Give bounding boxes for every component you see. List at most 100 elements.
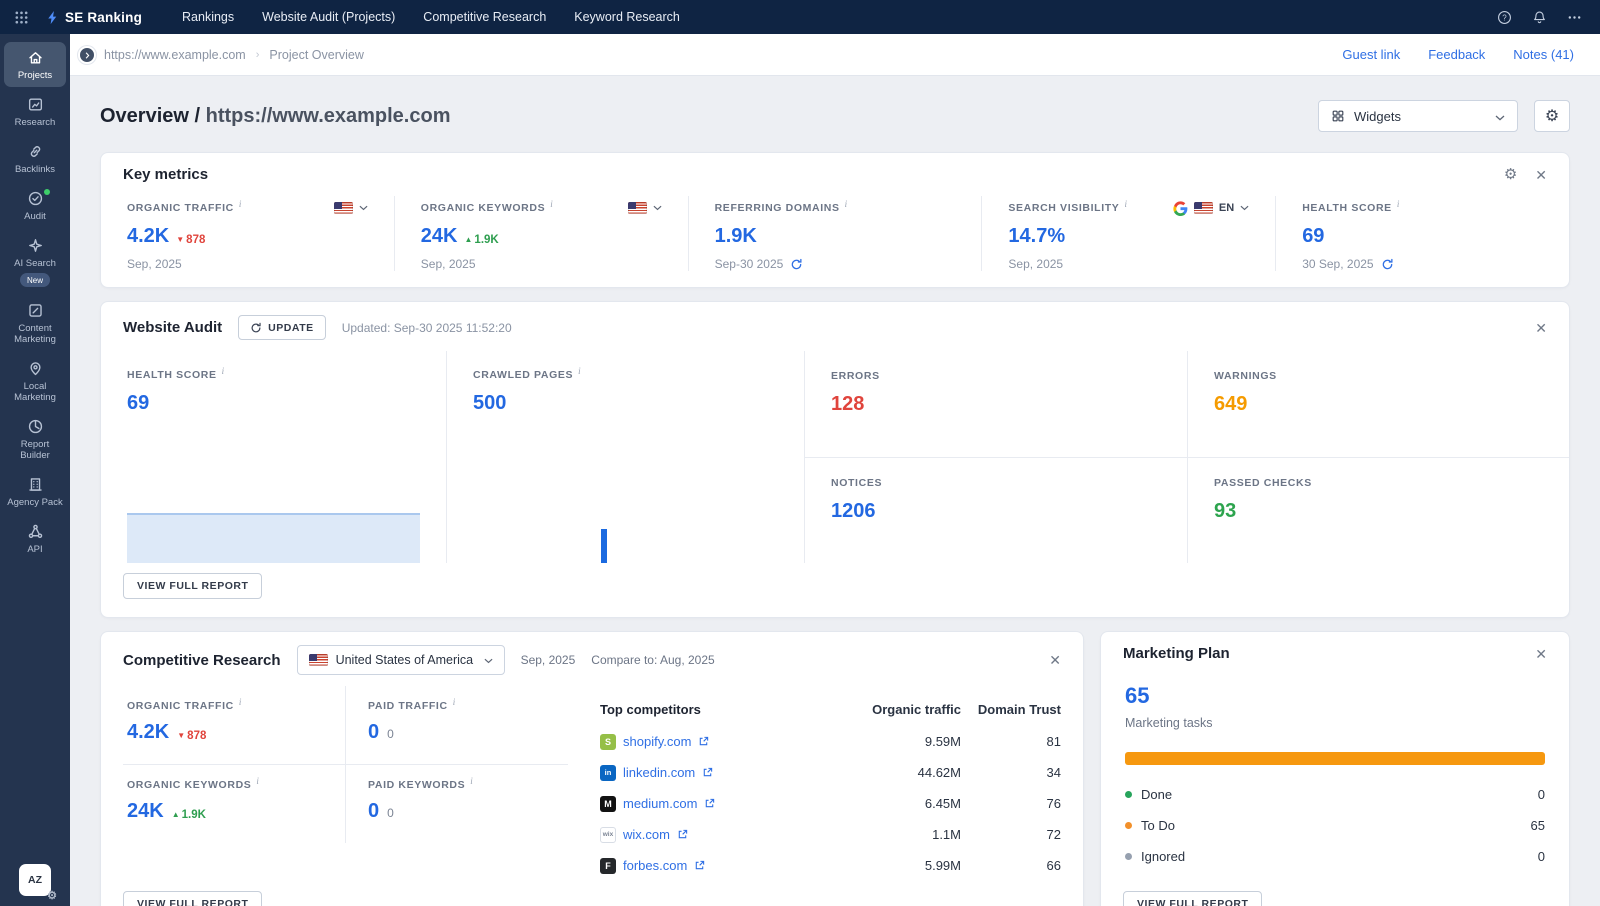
close-widget-icon[interactable]: ✕ [1049, 653, 1061, 667]
sidebar-item-api[interactable]: API [4, 516, 66, 561]
country-dropdown[interactable]: United States of America [297, 645, 505, 675]
widget-settings-gear-icon[interactable]: ⚙ [1504, 167, 1517, 182]
info-icon[interactable]: i [256, 776, 259, 786]
external-link-icon[interactable] [702, 767, 713, 778]
card-title: Marketing Plan [1123, 645, 1230, 662]
competitor-link[interactable]: medium.com [623, 796, 697, 811]
widgets-icon [1331, 109, 1345, 123]
close-widget-icon[interactable]: ✕ [1535, 321, 1547, 335]
nav-keyword-research[interactable]: Keyword Research [574, 10, 680, 24]
sidebar-item-content-marketing[interactable]: Content Marketing [4, 295, 66, 351]
chevron-down-icon [653, 205, 662, 211]
notifications-bell-icon[interactable] [1532, 10, 1547, 25]
audit-warnings-cell: WARNINGS 649 [1187, 351, 1569, 457]
info-icon[interactable]: i [239, 697, 242, 707]
feedback-link[interactable]: Feedback [1428, 47, 1485, 62]
metric-value: 4.2K [127, 225, 169, 248]
breadcrumb-domain[interactable]: https://www.example.com [104, 48, 246, 62]
sidebar-item-projects[interactable]: Projects [4, 42, 66, 87]
info-icon[interactable]: i [470, 776, 473, 786]
sidebar-item-backlinks[interactable]: Backlinks [4, 136, 66, 181]
sidebar-item-audit[interactable]: Audit [4, 183, 66, 228]
close-widget-icon[interactable]: ✕ [1535, 647, 1547, 661]
settings-gear-icon: ⚙ [47, 889, 57, 902]
audit-passed-checks-cell: PASSED CHECKS 93 [1187, 457, 1569, 563]
sidebar-item-agency-pack[interactable]: Agency Pack [4, 469, 66, 514]
region-dropdown[interactable] [334, 202, 368, 214]
external-link-icon[interactable] [677, 829, 688, 840]
sidebar-item-label: AI Search [14, 258, 56, 269]
legend-label: To Do [1141, 818, 1175, 833]
home-icon [27, 49, 44, 66]
organic-traffic-value: 9.59M [853, 734, 961, 749]
external-link-icon[interactable] [694, 860, 705, 871]
sidebar-item-research[interactable]: Research [4, 89, 66, 134]
us-flag-icon [1194, 202, 1213, 214]
refresh-icon[interactable] [790, 258, 803, 271]
refresh-icon[interactable] [1381, 258, 1394, 271]
competitor-link[interactable]: wix.com [623, 827, 670, 842]
competitor-link[interactable]: shopify.com [623, 734, 691, 749]
view-full-report-button[interactable]: VIEW FULL REPORT [123, 891, 262, 906]
guest-link[interactable]: Guest link [1342, 47, 1400, 62]
sidebar-item-local-marketing[interactable]: Local Marketing [4, 353, 66, 409]
nav-website-audit[interactable]: Website Audit (Projects) [262, 10, 395, 24]
competitor-link[interactable]: forbes.com [623, 858, 687, 873]
sidebar-expand-toggle[interactable] [78, 46, 96, 64]
info-icon[interactable]: i [578, 366, 581, 376]
metric-delta: 0 [387, 806, 394, 820]
project-header-bar: https://www.example.com › Project Overvi… [70, 34, 1600, 76]
table-row: M medium.com 6.45M 76 [600, 788, 1061, 819]
external-link-icon[interactable] [698, 736, 709, 747]
metric-label: REFERRING DOMAINS [715, 202, 840, 214]
marketing-tasks-count: 65 [1125, 683, 1545, 709]
marketing-plan-card: Marketing Plan ✕ 65 Marketing tasks [1100, 631, 1570, 906]
region-dropdown[interactable] [628, 202, 662, 214]
sidebar-item-label: Report Builder [6, 439, 64, 461]
view-full-report-button[interactable]: VIEW FULL REPORT [123, 573, 262, 599]
metric-label: NOTICES [831, 477, 882, 489]
sidebar-item-label: Content Marketing [6, 323, 64, 345]
more-menu-icon[interactable] [1567, 10, 1582, 25]
metric-label: HEALTH SCORE [1302, 202, 1392, 214]
metric-label: WARNINGS [1214, 370, 1277, 382]
nav-rankings[interactable]: Rankings [182, 10, 234, 24]
notes-link[interactable]: Notes (41) [1513, 47, 1574, 62]
update-audit-button[interactable]: UPDATE [238, 315, 326, 340]
info-icon[interactable]: i [845, 199, 848, 209]
external-link-icon[interactable] [704, 798, 715, 809]
info-icon[interactable]: i [1124, 199, 1127, 209]
competitor-link[interactable]: linkedin.com [623, 765, 695, 780]
metric-paid-traffic: PAID TRAFFICi 0 0 [345, 686, 568, 764]
new-badge: New [20, 273, 50, 287]
sidebar-item-report-builder[interactable]: Report Builder [4, 411, 66, 467]
nav-competitive-research[interactable]: Competitive Research [423, 10, 546, 24]
domain-trust-value: 72 [961, 827, 1061, 842]
page-title-domain: https://www.example.com [206, 105, 451, 127]
engine-region-dropdown[interactable]: EN [1173, 201, 1249, 216]
sidebar-item-label: Projects [18, 70, 52, 81]
app-grid-icon[interactable] [14, 10, 29, 25]
close-widget-icon[interactable]: ✕ [1535, 168, 1547, 182]
metric-delta: ▲1.9K [172, 809, 206, 821]
info-icon[interactable]: i [550, 199, 553, 209]
metric-organic-traffic: ORGANIC TRAFFIC i 4.2K ▼878 [101, 196, 394, 271]
info-icon[interactable]: i [1397, 199, 1400, 209]
widgets-dropdown[interactable]: Widgets [1318, 100, 1518, 132]
avatar-initials: AZ [28, 874, 42, 886]
info-icon[interactable]: i [222, 366, 225, 376]
sidebar-item-ai-search[interactable]: AI Search New [4, 230, 66, 293]
metric-value: 1.9K [715, 225, 757, 248]
brand-logo[interactable]: SE Ranking [45, 10, 142, 25]
dashboard-settings-button[interactable]: ⚙ [1534, 100, 1570, 132]
help-icon[interactable]: ? [1497, 10, 1512, 25]
app-window: SE Ranking Rankings Website Audit (Proje… [0, 0, 1600, 906]
metric-date: 30 Sep, 2025 [1302, 257, 1543, 271]
user-avatar[interactable]: AZ ⚙ [19, 864, 51, 896]
view-full-report-button[interactable]: VIEW FULL REPORT [1123, 891, 1262, 906]
metric-value: 24K [127, 800, 164, 823]
page-title: Overview / https://www.example.com [100, 105, 451, 128]
info-icon[interactable]: i [453, 697, 456, 707]
info-icon[interactable]: i [239, 199, 242, 209]
legend-value: 65 [1531, 818, 1545, 833]
